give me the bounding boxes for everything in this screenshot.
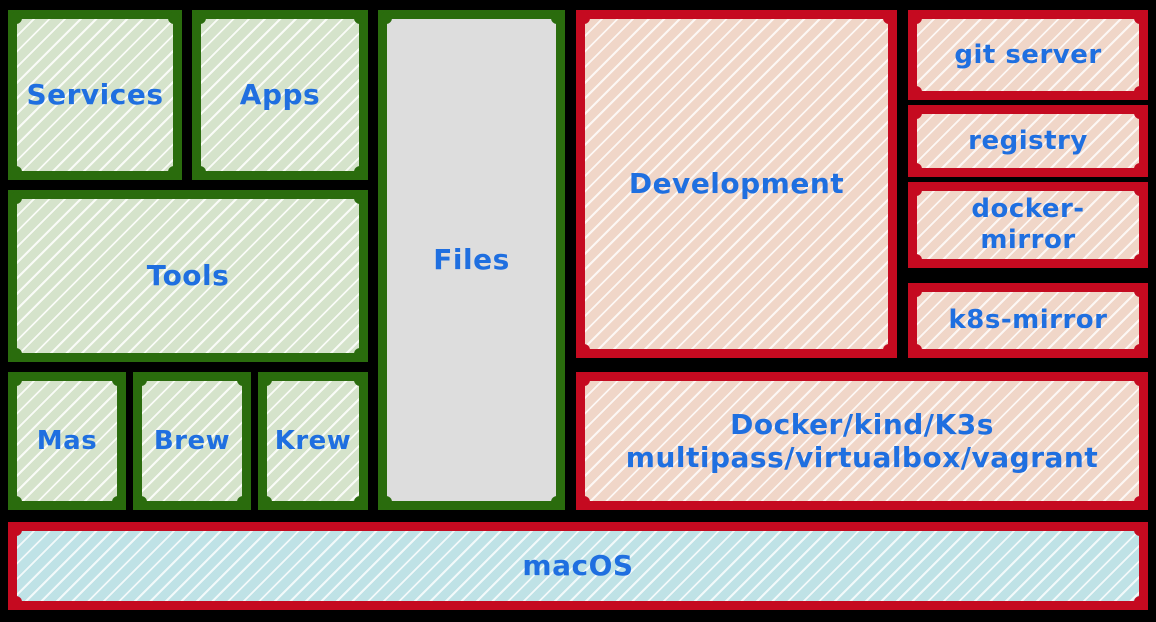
box-docker-mirror[interactable]: docker-mirror — [908, 182, 1148, 268]
corner-nib — [354, 192, 366, 204]
corner-nib — [910, 12, 922, 24]
box-development[interactable]: Development — [576, 10, 897, 358]
corner-nib — [1134, 254, 1146, 266]
box-virtualization-runtimes[interactable]: Docker/kind/K3s multipass/virtualbox/vag… — [576, 372, 1148, 510]
box-mas[interactable]: Mas — [8, 372, 126, 510]
box-docker-mirror-label: docker-mirror — [971, 194, 1085, 255]
corner-nib — [10, 192, 22, 204]
box-git-server[interactable]: git server — [908, 10, 1148, 100]
box-files-label: Files — [433, 243, 510, 277]
corner-nib — [1134, 496, 1146, 508]
corner-nib — [354, 374, 366, 386]
corner-nib — [354, 166, 366, 178]
corner-nib — [910, 285, 922, 297]
corner-nib — [112, 496, 124, 508]
corner-nib — [1134, 374, 1146, 386]
box-services[interactable]: Services — [8, 10, 182, 180]
corner-nib — [910, 254, 922, 266]
corner-nib — [380, 496, 392, 508]
corner-nib — [10, 524, 22, 536]
corner-nib — [1134, 344, 1146, 356]
box-macos-label: macOS — [522, 549, 634, 583]
box-development-label: Development — [628, 167, 845, 201]
corner-nib — [883, 344, 895, 356]
corner-nib — [1134, 12, 1146, 24]
corner-nib — [910, 163, 922, 175]
corner-nib — [194, 12, 206, 24]
box-services-label: Services — [26, 78, 164, 112]
corner-nib — [578, 496, 590, 508]
corner-nib — [260, 496, 272, 508]
corner-nib — [10, 374, 22, 386]
corner-nib — [10, 12, 22, 24]
corner-nib — [883, 12, 895, 24]
corner-nib — [10, 496, 22, 508]
corner-nib — [910, 86, 922, 98]
corner-nib — [168, 166, 180, 178]
corner-nib — [1134, 596, 1146, 608]
corner-nib — [578, 12, 590, 24]
corner-nib — [1134, 86, 1146, 98]
box-git-server-label: git server — [954, 39, 1102, 70]
box-k8s-mirror[interactable]: k8s-mirror — [908, 283, 1148, 358]
corner-nib — [237, 374, 249, 386]
corner-nib — [1134, 163, 1146, 175]
box-apps[interactable]: Apps — [192, 10, 368, 180]
box-brew[interactable]: Brew — [133, 372, 251, 510]
box-files[interactable]: Files — [378, 10, 565, 510]
box-k8s-mirror-label: k8s-mirror — [948, 305, 1108, 336]
corner-nib — [1134, 285, 1146, 297]
box-registry-label: registry — [968, 125, 1088, 156]
box-tools[interactable]: Tools — [8, 190, 368, 362]
box-brew-label: Brew — [153, 425, 231, 456]
box-registry[interactable]: registry — [908, 105, 1148, 177]
box-macos[interactable]: macOS — [8, 522, 1148, 610]
corner-nib — [10, 596, 22, 608]
corner-nib — [1134, 524, 1146, 536]
box-krew-label: Krew — [274, 425, 352, 456]
corner-nib — [380, 12, 392, 24]
corner-nib — [578, 374, 590, 386]
box-tools-label: Tools — [146, 259, 230, 293]
corner-nib — [578, 344, 590, 356]
corner-nib — [135, 374, 147, 386]
box-apps-label: Apps — [239, 78, 321, 112]
diagram-canvas: Services Apps Tools Mas Brew Krew Files … — [0, 0, 1156, 622]
corner-nib — [194, 166, 206, 178]
corner-nib — [112, 374, 124, 386]
corner-nib — [354, 348, 366, 360]
virtualization-line-1: Docker/kind/K3s — [730, 407, 994, 441]
corner-nib — [10, 166, 22, 178]
corner-nib — [910, 107, 922, 119]
corner-nib — [1134, 107, 1146, 119]
corner-nib — [10, 348, 22, 360]
box-mas-label: Mas — [36, 425, 98, 456]
corner-nib — [910, 184, 922, 196]
corner-nib — [135, 496, 147, 508]
corner-nib — [168, 12, 180, 24]
virtualization-line-2: multipass/virtualbox/vagrant — [625, 441, 1099, 474]
box-krew[interactable]: Krew — [258, 372, 368, 510]
corner-nib — [260, 374, 272, 386]
corner-nib — [1134, 184, 1146, 196]
corner-nib — [354, 496, 366, 508]
corner-nib — [910, 344, 922, 356]
corner-nib — [354, 12, 366, 24]
corner-nib — [551, 12, 563, 24]
corner-nib — [551, 496, 563, 508]
corner-nib — [237, 496, 249, 508]
